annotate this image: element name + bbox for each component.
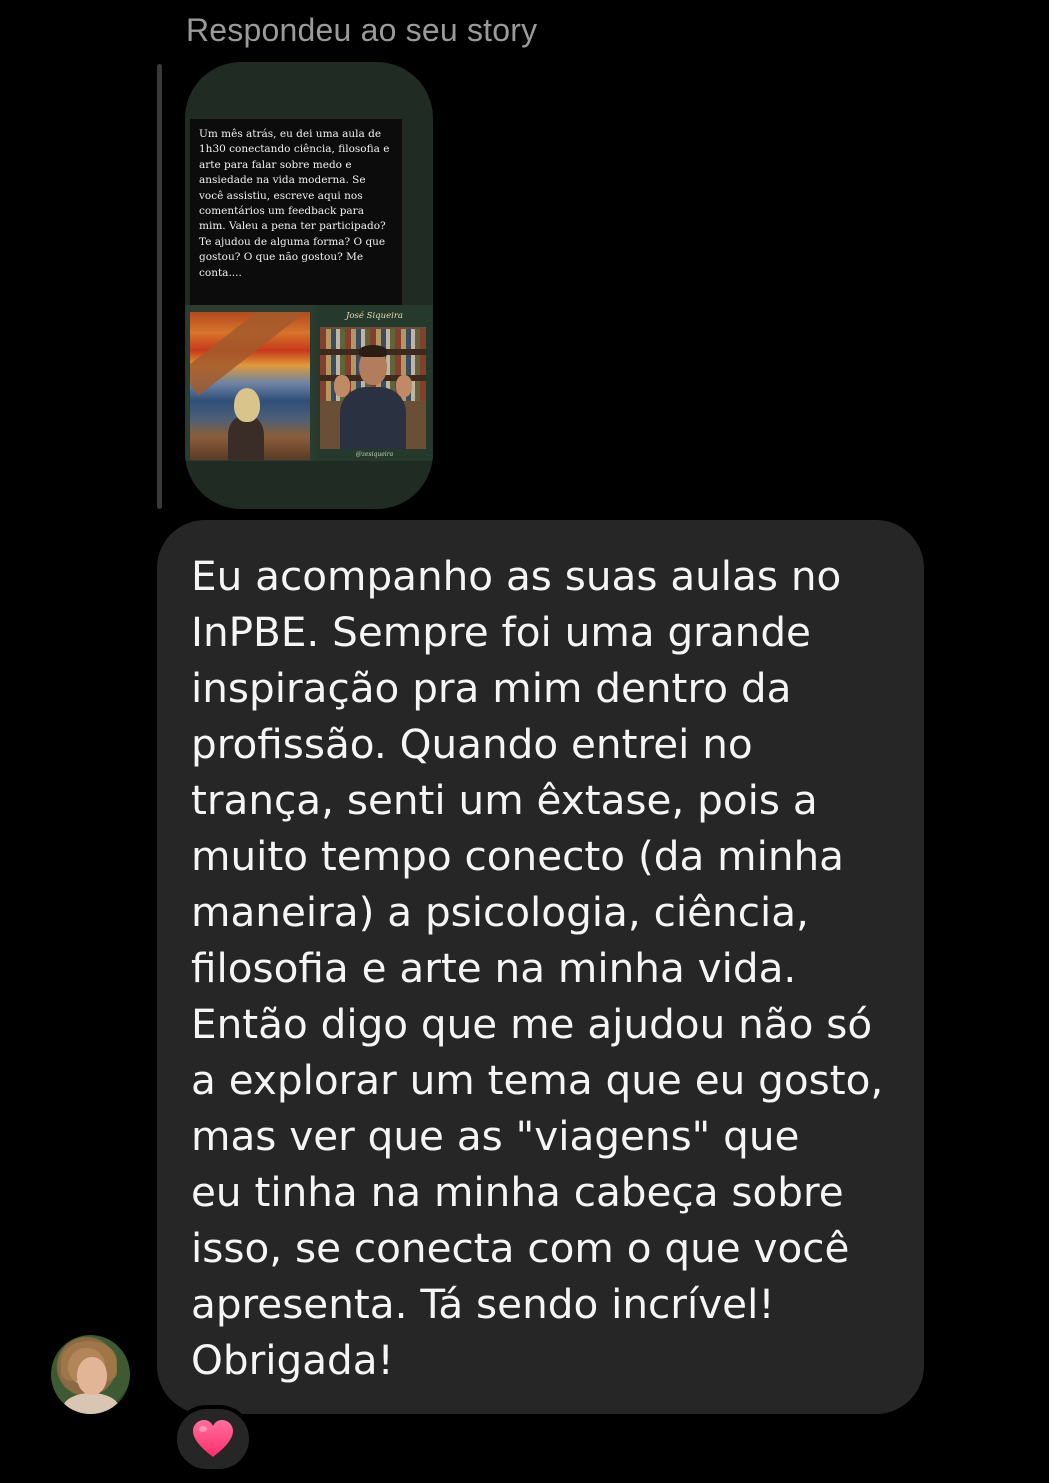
video-frame-image [320,327,426,449]
reply-quote-bar [157,64,162,509]
story-media: José Siqueira @zesiqueira [185,305,433,461]
scream-painting-image [190,312,310,460]
reply-header: Respondeu ao seu story [186,12,538,48]
reaction-pill[interactable] [173,1405,253,1473]
heart-icon [193,1420,233,1457]
story-preview[interactable]: Um mês atrás, eu dei uma aula de 1h30 co… [185,62,433,509]
video-name: José Siqueira [346,311,403,321]
story-caption: Um mês atrás, eu dei uma aula de 1h30 co… [190,119,402,315]
message-bubble[interactable]: Eu acompanho as suas aulas no InPBE. Sem… [157,520,924,1414]
sender-avatar[interactable] [51,1335,130,1414]
video-handle: @zesiqueira [355,451,394,458]
video-thumbnail: José Siqueira @zesiqueira [316,305,433,461]
message-text: Eu acompanho as suas aulas no InPBE. Sem… [191,552,884,1384]
